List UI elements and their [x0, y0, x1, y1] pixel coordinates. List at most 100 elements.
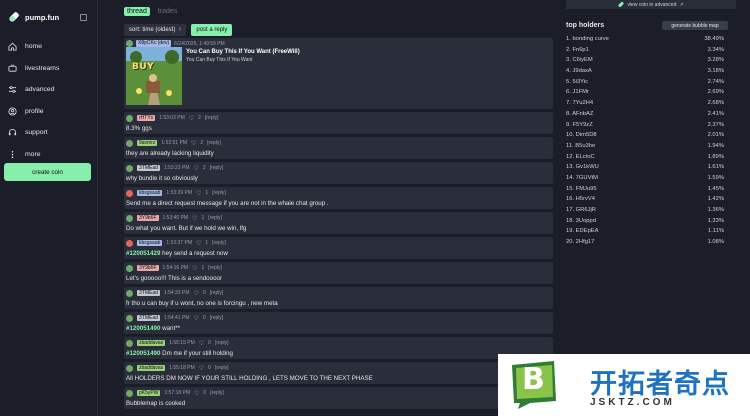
reply-username[interactable]: zbaddavas — [137, 339, 166, 347]
holder-row[interactable]: 4. J9daxA 3.18% — [566, 68, 724, 79]
holder-row[interactable]: 5. 5i3Yic 2.74% — [566, 79, 724, 90]
reply-link[interactable]: [reply] — [210, 315, 224, 321]
reply-link[interactable]: [reply] — [210, 390, 224, 396]
reply-username[interactable]: 3Y9b6F — [137, 214, 159, 222]
holder-row[interactable]: 6. J1FMr 2.69% — [566, 89, 724, 100]
avatar[interactable] — [126, 189, 133, 197]
reply-reference[interactable]: #120051490 — [126, 350, 160, 357]
reply-username[interactable]: kbsgsaab — [137, 189, 163, 197]
heart-icon[interactable]: ♡ — [199, 340, 204, 347]
tab-thread[interactable]: thread — [124, 7, 150, 16]
holder-row[interactable]: 8. AFnbAZ 2.41% — [566, 111, 724, 122]
reply-link[interactable]: [reply] — [205, 115, 219, 121]
holder-row[interactable]: 9. F5Y9zZ 2.37% — [566, 122, 724, 133]
reply-username[interactable]: 3TMEad — [137, 289, 160, 297]
tab-trades[interactable]: trades — [155, 7, 180, 16]
sidebar-item-home[interactable]: home — [8, 36, 59, 58]
avatar[interactable] — [126, 314, 133, 322]
avatar[interactable] — [126, 239, 133, 247]
avatar[interactable] — [126, 289, 133, 297]
heart-icon[interactable]: ♡ — [189, 115, 194, 122]
avatar[interactable] — [126, 339, 133, 347]
op-image[interactable]: BUY — [126, 47, 182, 105]
heart-icon[interactable]: ♡ — [193, 315, 198, 322]
avatar[interactable] — [126, 40, 133, 47]
reply-username[interactable]: zbaddavas — [137, 364, 166, 372]
heart-icon[interactable]: ♡ — [196, 190, 201, 197]
brand[interactable]: pump.fun — [8, 11, 59, 23]
sidebar-item-more[interactable]: more — [8, 144, 59, 166]
holder-row[interactable]: 17. GR6JjR 1.36% — [566, 207, 724, 218]
reply-username[interactable]: 3TMEad — [137, 164, 160, 172]
avatar[interactable] — [126, 389, 133, 397]
heart-icon[interactable]: ♡ — [191, 140, 196, 147]
avatar[interactable] — [126, 139, 133, 147]
reply-link[interactable]: [reply] — [208, 215, 222, 221]
generate-bubble-map-button[interactable]: generate bubble map — [662, 21, 728, 30]
heart-icon[interactable]: ♡ — [192, 265, 197, 272]
holder-row[interactable]: 14. 7GUVtM 1.59% — [566, 175, 724, 186]
sidebar-item-livestreams[interactable]: livestreams — [8, 58, 59, 80]
reply-timestamp: 1:53:29 PM — [166, 190, 192, 196]
reply-reference[interactable]: #120051429 — [126, 250, 160, 257]
reply-link[interactable]: [reply] — [210, 165, 224, 171]
avatar[interactable] — [126, 214, 133, 222]
holder-row[interactable]: 3. C6iyEM 3.28% — [566, 57, 724, 68]
top-holders-title: top holders — [566, 22, 605, 29]
reply-username[interactable]: 3Y9b6F — [137, 264, 159, 272]
reply-username[interactable]: pK5yPW — [137, 389, 161, 397]
reply-link[interactable]: [reply] — [215, 365, 229, 371]
holder-row[interactable]: 12. ELctoC 1.89% — [566, 154, 724, 165]
reply-link[interactable]: [reply] — [208, 265, 222, 271]
sort-dropdown[interactable]: sort: time (oldest) ↑ — [124, 24, 187, 36]
reply-reference[interactable]: #120051490 — [126, 325, 160, 332]
reply-timestamp: 1:54:41 PM — [163, 315, 190, 321]
holder-row[interactable]: 13. Gv1kWU 1.61% — [566, 164, 724, 175]
sidebar-collapse-icon[interactable] — [80, 14, 87, 21]
reply-username[interactable]: 3TMEad — [137, 314, 160, 322]
heart-icon[interactable]: ♡ — [192, 215, 197, 222]
create-coin-button[interactable]: create coin — [4, 163, 91, 181]
avatar[interactable] — [126, 364, 133, 372]
watermark-text: 开拓者奇点 — [590, 369, 730, 400]
avatar[interactable] — [126, 114, 133, 122]
heart-icon[interactable]: ♡ — [196, 240, 201, 247]
reply-link[interactable]: [reply] — [215, 340, 229, 346]
heart-icon[interactable]: ♡ — [199, 365, 204, 372]
holder-row[interactable]: 7. 7Yu2H4 2.68% — [566, 100, 724, 111]
sidebar-item-advanced[interactable]: advanced — [8, 79, 59, 101]
avatar[interactable] — [126, 164, 133, 172]
reply-link[interactable]: [reply] — [210, 290, 224, 296]
heart-icon[interactable]: ♡ — [193, 290, 198, 297]
view-advanced-link[interactable]: view coin in advanced ↗ — [566, 0, 736, 9]
holder-row[interactable]: 15. FMJu95 1.45% — [566, 186, 724, 197]
post-reply-button[interactable]: post a reply — [191, 24, 233, 36]
holder-row[interactable]: 1. bonding curve 38.49% — [566, 36, 724, 47]
reply-username[interactable]: 9avmrz — [137, 139, 158, 147]
holder-name: 20. 2Hfg17 — [566, 239, 595, 246]
reply-timestamp: 1:55:15 PM — [169, 340, 195, 346]
avatar[interactable] — [126, 264, 133, 272]
heart-icon[interactable]: ♡ — [194, 390, 199, 397]
holder-row[interactable]: 11. B5u3he 1.94% — [566, 143, 724, 154]
reply-body: Do what you want. But if we hold we win,… — [126, 225, 247, 232]
holder-row[interactable]: 18. 3Uoppd 1.33% — [566, 218, 724, 229]
op-username[interactable]: X8pCKc (dev) — [136, 40, 172, 47]
reply-link[interactable]: [reply] — [212, 190, 226, 196]
like-count: 0 — [208, 340, 211, 346]
sidebar-item-support[interactable]: support — [8, 122, 59, 144]
reply-username[interactable]: rHTYs — [137, 114, 156, 122]
like-count: 1 — [205, 240, 209, 246]
holder-row[interactable]: 10. Dim5D8 2.01% — [566, 132, 724, 143]
reply-link[interactable]: [reply] — [212, 240, 226, 246]
holder-name: 14. 7GUVtM — [566, 174, 598, 181]
holder-row[interactable]: 2. Fn6p1 3.34% — [566, 47, 724, 58]
holder-name: 10. Dim5D8 — [566, 132, 597, 139]
sidebar-item-profile[interactable]: profile — [8, 101, 59, 123]
reply-username[interactable]: kbsgsaab — [137, 239, 163, 247]
reply-link[interactable]: [reply] — [207, 140, 221, 146]
holder-row[interactable]: 16. H5rvV4 1.42% — [566, 196, 724, 207]
holder-row[interactable]: 19. EDEpEA 1.11% — [566, 228, 724, 239]
heart-icon[interactable]: ♡ — [193, 165, 198, 172]
holder-row[interactable]: 20. 2Hfg17 1.08% — [566, 239, 724, 250]
